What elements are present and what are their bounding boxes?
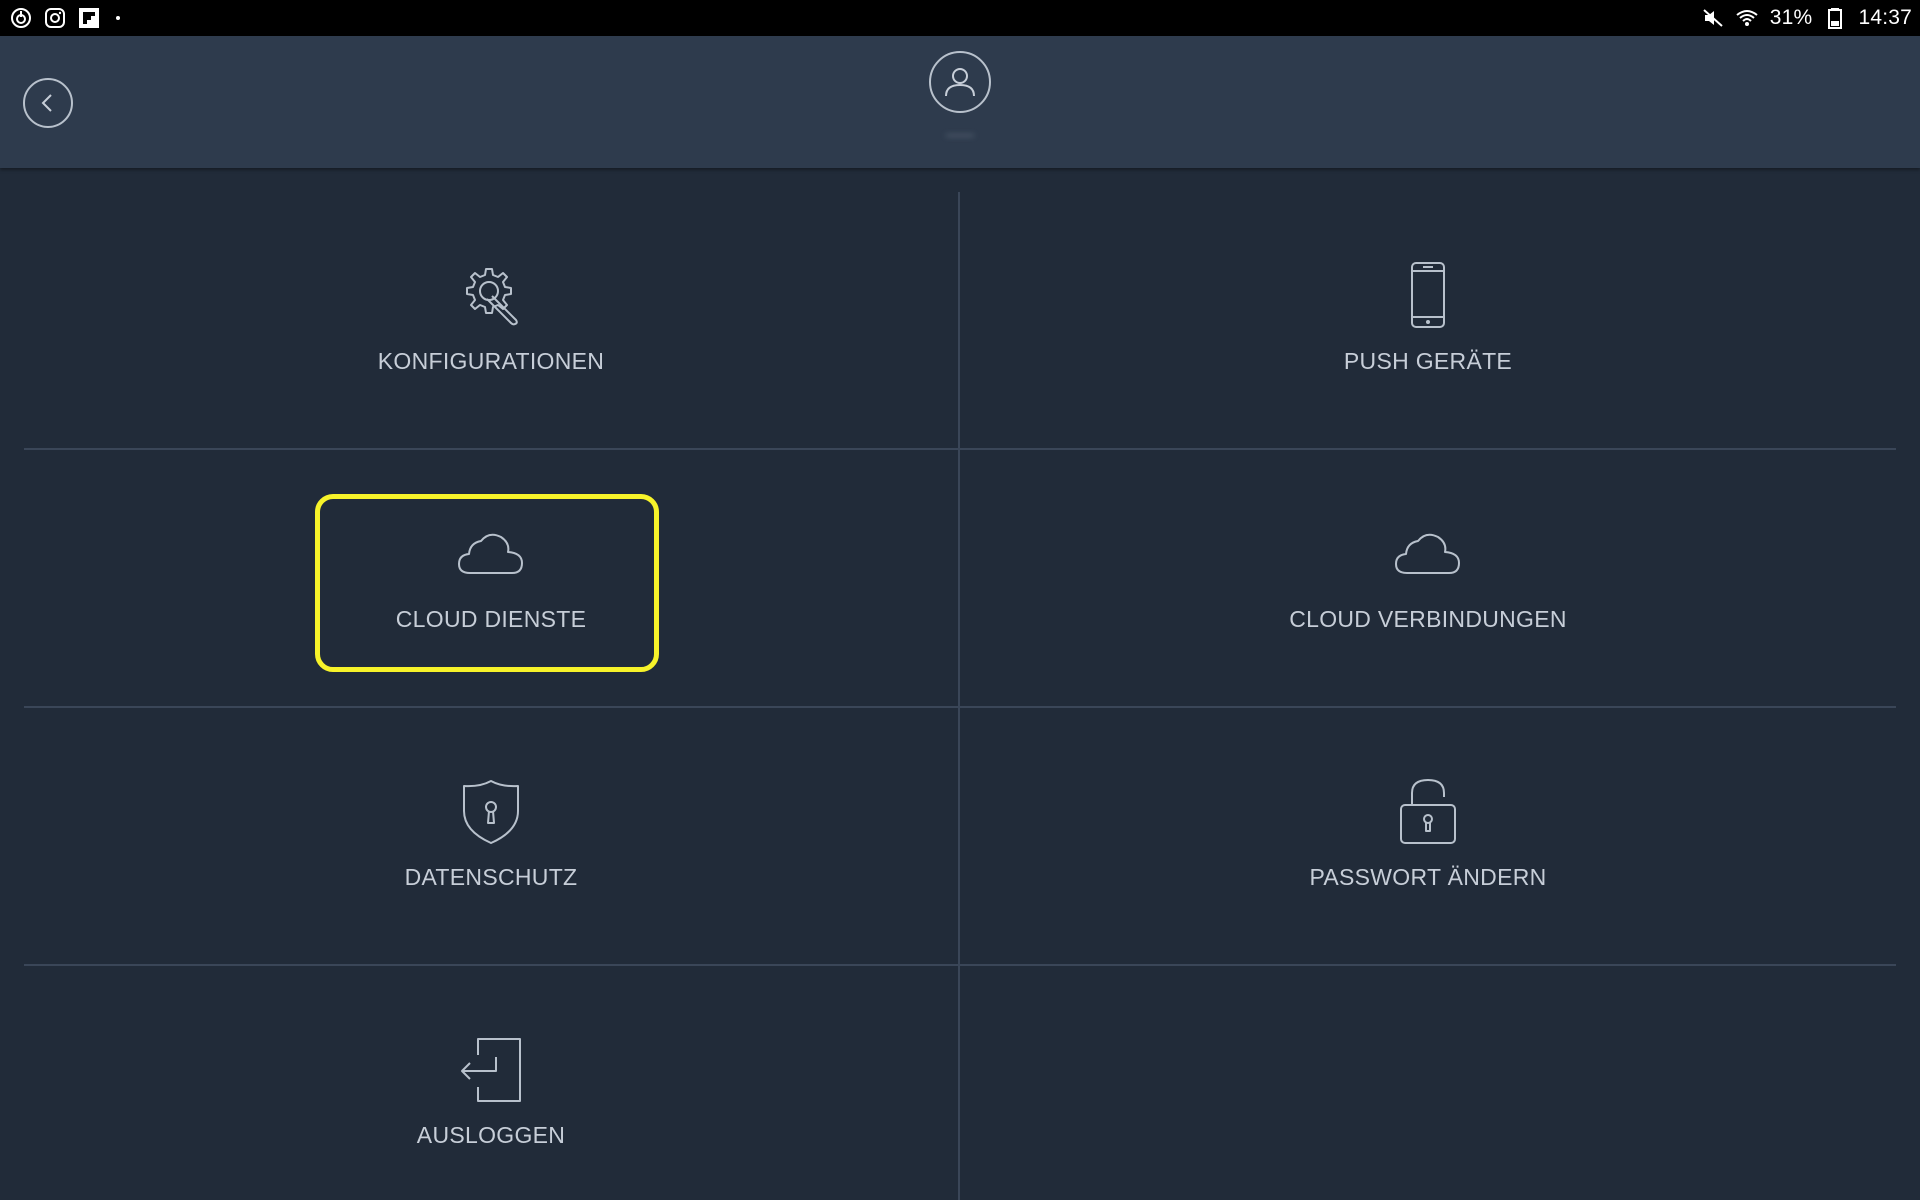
menu-item-label: CLOUD DIENSTE (395, 606, 587, 632)
mute-icon (1702, 7, 1724, 29)
status-bar: 31% 14:37 (0, 0, 1920, 36)
header-bar: —— (0, 36, 1920, 168)
menu-item-label: DATENSCHUTZ (404, 864, 578, 890)
avatar[interactable] (929, 51, 991, 113)
menu-item-label: PASSWORT ÄNDERN (1309, 864, 1547, 890)
gear-wrench-icon (456, 261, 526, 331)
chevron-left-icon (41, 94, 52, 112)
menu-item-label: CLOUD VERBINDUNGEN (1289, 606, 1567, 632)
battery-percent: 31% (1769, 6, 1813, 29)
battery-icon (1824, 7, 1846, 29)
menu-item-push-geraete[interactable]: PUSH GERÄTE (960, 168, 1896, 426)
menu-item-datenschutz[interactable]: DATENSCHUTZ (23, 684, 959, 942)
power-icon (10, 7, 32, 29)
menu-item-cloud-dienste[interactable]: CLOUD DIENSTE (23, 426, 959, 684)
menu-item-cloud-verbindungen[interactable]: CLOUD VERBINDUNGEN (960, 426, 1896, 684)
cloud-icon (456, 519, 526, 589)
settings-menu-grid: KONFIGURATIONEN PUSH GERÄTE CLOUD DIENST… (0, 168, 1920, 1200)
menu-item-konfigurationen[interactable]: KONFIGURATIONEN (23, 168, 959, 426)
username: —— (946, 126, 974, 142)
cloud-icon (1393, 519, 1463, 589)
smartphone-icon (1393, 261, 1463, 331)
menu-item-empty (960, 942, 1896, 1200)
back-button[interactable] (23, 78, 73, 128)
wifi-icon (1736, 7, 1758, 29)
menu-item-ausloggen[interactable]: AUSLOGGEN (23, 942, 959, 1200)
clock: 14:37 (1858, 6, 1912, 29)
padlock-icon (1393, 777, 1463, 847)
status-bar-right: 31% 14:37 (1702, 6, 1912, 30)
flipboard-icon (78, 7, 100, 29)
instagram-icon (44, 7, 66, 29)
notification-dot (116, 16, 120, 20)
status-bar-left (10, 7, 120, 29)
shield-lock-icon (456, 777, 526, 847)
logout-icon (456, 1035, 526, 1105)
menu-item-label: AUSLOGGEN (416, 1122, 566, 1148)
menu-item-label: PUSH GERÄTE (1343, 348, 1513, 374)
user-icon (945, 68, 975, 97)
menu-item-label: KONFIGURATIONEN (377, 348, 605, 374)
menu-item-passwort-aendern[interactable]: PASSWORT ÄNDERN (960, 684, 1896, 942)
